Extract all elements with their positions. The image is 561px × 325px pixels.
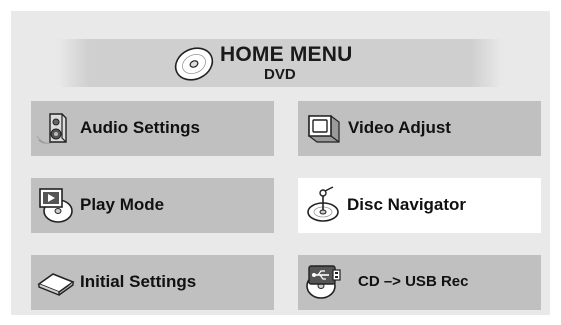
disc-navigator-icon xyxy=(307,186,339,222)
menu-item-cd-usb-rec[interactable]: CD –> USB Rec xyxy=(298,255,541,310)
menu-item-label: Video Adjust xyxy=(348,118,451,137)
menu-item-label: Initial Settings xyxy=(80,272,197,291)
menu-item-label: Play Mode xyxy=(80,195,165,214)
menu-item-audio-settings[interactable]: Audio Settings xyxy=(31,101,274,156)
menu-item-label: Disc Navigator xyxy=(347,195,467,214)
disc-icon xyxy=(174,47,214,81)
speaker-icon xyxy=(36,113,67,144)
play-disc-icon xyxy=(39,188,73,223)
menu-item-initial-settings[interactable]: Initial Settings xyxy=(31,255,274,310)
home-menu-panel: HOME MENU DVD Audio Settings Video Adjus… xyxy=(11,11,550,315)
menu-item-label: Audio Settings xyxy=(80,118,200,137)
home-menu-header: HOME MENU DVD xyxy=(58,39,502,87)
monitor-icon xyxy=(308,115,340,143)
menu-item-disc-navigator[interactable]: Disc Navigator xyxy=(298,178,541,233)
settings-box-icon xyxy=(37,273,75,297)
page-title: HOME MENU xyxy=(220,43,353,66)
menu-item-video-adjust[interactable]: Video Adjust xyxy=(298,101,541,156)
cd-usb-icon xyxy=(306,265,341,299)
menu-item-play-mode[interactable]: Play Mode xyxy=(31,178,274,233)
menu-item-label: CD –> USB Rec xyxy=(358,273,469,290)
page-subtitle: DVD xyxy=(264,66,296,83)
